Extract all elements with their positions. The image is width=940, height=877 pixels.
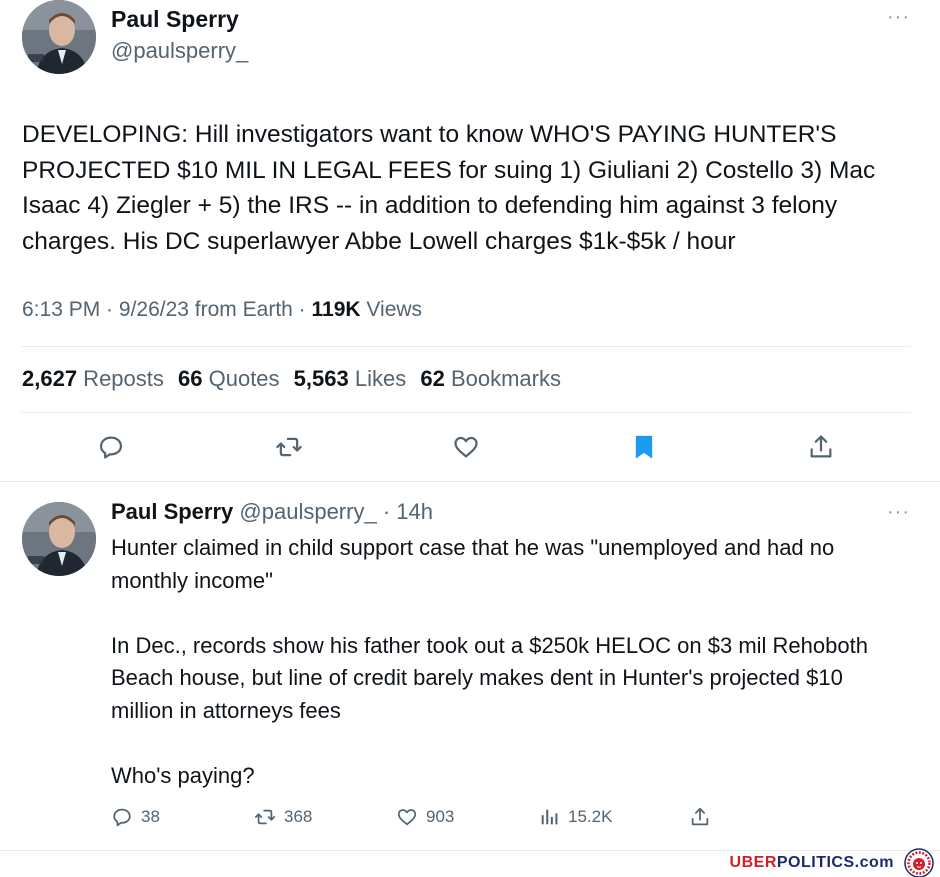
more-options-icon[interactable]: ···	[887, 6, 910, 29]
brand-text: UBERPOLITICS.com	[729, 854, 894, 871]
views-count: 15.2K	[568, 807, 613, 826]
reply-author-handle[interactable]: @paulsperry_	[239, 499, 376, 524]
main-tweet: Paul Sperry @paulsperry_ ··· DEVELOPING:…	[0, 0, 940, 482]
share-icon[interactable]	[807, 433, 835, 461]
reply-icon	[113, 808, 131, 827]
tweet-source: from Earth	[188, 298, 293, 321]
reply-timestamp[interactable]: · 14h	[377, 499, 433, 524]
reply-repost-button[interactable]: 368	[254, 804, 312, 830]
reply-actions: 38 368 903 15.2K	[111, 804, 731, 830]
reply-count: 38	[141, 807, 160, 826]
reply-share-button[interactable]	[689, 804, 719, 830]
reply-icon[interactable]	[97, 433, 125, 461]
watermark: UBERPOLITICS.com	[729, 848, 934, 877]
reply-author-avatar[interactable]	[22, 502, 96, 576]
reply-text: Hunter claimed in child support case tha…	[111, 535, 868, 788]
views-label: Views	[360, 298, 423, 321]
divider	[22, 346, 911, 347]
tweet-text: DEVELOPING: Hill investigators want to k…	[22, 121, 883, 255]
repost-count: 368	[284, 807, 313, 826]
reply-author-name[interactable]: Paul Sperry	[111, 499, 233, 524]
like-count: 903	[426, 807, 455, 826]
views-icon	[541, 809, 558, 825]
tweet-stats: 2,627 Reposts 66 Quotes 5,563 Likes 62 B…	[22, 366, 569, 392]
tweet-date[interactable]: 9/26/23	[119, 298, 189, 321]
likes-stat[interactable]: 5,563 Likes	[294, 366, 407, 391]
reply-more-options-icon[interactable]: ···	[887, 501, 910, 524]
reply-views-button[interactable]: 15.2K	[538, 804, 612, 830]
reply-reply-button[interactable]: 38	[111, 804, 160, 830]
quotes-stat[interactable]: 66 Quotes	[178, 366, 280, 391]
author-name[interactable]: Paul Sperry	[111, 6, 239, 33]
like-icon[interactable]	[452, 433, 480, 461]
author-avatar[interactable]	[22, 0, 96, 74]
bookmarks-stat[interactable]: 62 Bookmarks	[420, 366, 561, 391]
divider	[22, 412, 911, 413]
reply-tweet[interactable]: Paul Sperry @paulsperry_ · 14h ··· Hunte…	[0, 482, 940, 852]
reply-header: Paul Sperry @paulsperry_ · 14h	[111, 499, 433, 525]
like-icon	[397, 809, 417, 826]
bookmark-icon[interactable]	[630, 433, 658, 461]
author-handle[interactable]: @paulsperry_	[111, 38, 248, 64]
tweet-meta: 6:13 PM · 9/26/23 from Earth · 119K View…	[22, 298, 423, 321]
reposts-stat[interactable]: 2,627 Reposts	[22, 366, 164, 391]
tweet-time[interactable]: 6:13 PM	[22, 298, 100, 321]
reply-like-button[interactable]: 903	[396, 804, 454, 830]
lion-logo-icon	[904, 848, 934, 877]
repost-icon[interactable]	[275, 433, 303, 461]
views-count: 119K	[311, 298, 361, 321]
repost-icon	[254, 809, 276, 825]
share-icon	[691, 807, 709, 826]
